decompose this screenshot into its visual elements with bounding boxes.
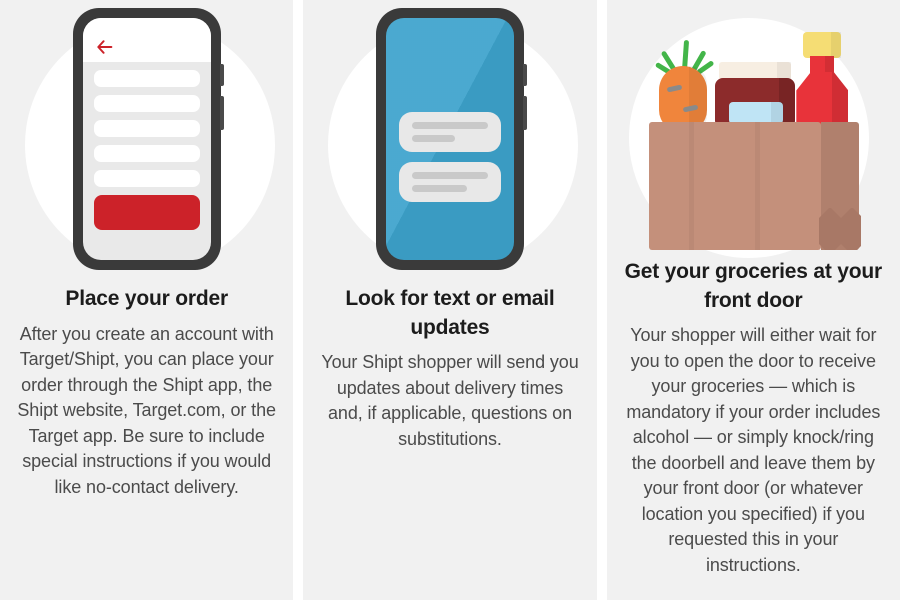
place-order-cta-button[interactable]: [93, 195, 200, 230]
illustration-phone-messages: [303, 0, 596, 285]
phone-device-order: [72, 8, 224, 270]
step-heading: Look for text or email updates: [345, 287, 555, 339]
illustration-grocery-bag: [607, 0, 900, 258]
illustration-phone-order-list: [0, 0, 293, 285]
step-heading: Get your groceries at your front door: [624, 260, 883, 312]
step-card-look-for-updates: Look for text or email updates Your Ship…: [303, 0, 597, 600]
three-step-infographic: Place your order After you create an acc…: [0, 0, 900, 600]
message-bubble: [398, 162, 501, 202]
step-card-get-groceries: Get your groceries at your front door Yo…: [606, 0, 900, 600]
jar-label: [729, 102, 784, 124]
step-text-block: Get your groceries at your front door Yo…: [607, 258, 900, 579]
phone-side-button-upper: [219, 64, 224, 86]
message-text-line: [411, 135, 455, 142]
paper-bag-crease: [689, 122, 695, 250]
order-list-row: [93, 70, 200, 87]
phone-side-button-lower: [522, 96, 527, 130]
step-text-block: Look for text or email updates Your Ship…: [303, 285, 596, 452]
paper-bag-crease: [755, 122, 761, 250]
order-list-row: [93, 145, 200, 162]
phone-screen-order: [82, 18, 211, 260]
bottle-cap: [803, 32, 842, 58]
message-text-line: [411, 172, 488, 179]
step-heading: Place your order: [65, 287, 228, 310]
order-list-row: [93, 170, 200, 187]
message-text-line: [411, 185, 467, 192]
step-text-block: Place your order After you create an acc…: [0, 285, 293, 500]
app-top-bar: [82, 18, 211, 62]
phone-screen-messages: [385, 18, 514, 260]
phone-side-button-lower: [219, 96, 224, 130]
order-list-rows: [93, 70, 200, 195]
order-list-row: [93, 120, 200, 137]
grocery-bag-group: [637, 18, 869, 258]
phone-device-messages: [375, 8, 527, 270]
paper-bag-bottom-fold: [819, 208, 861, 250]
step-card-place-order: Place your order After you create an acc…: [0, 0, 294, 600]
order-list-row: [93, 95, 200, 112]
step-body: After you create an account with Target/…: [17, 323, 276, 497]
paper-bag-front-panel: [649, 122, 822, 250]
back-arrow-icon[interactable]: [97, 40, 113, 54]
message-text-line: [411, 122, 488, 129]
step-body: Your shopper will either wait for you to…: [626, 325, 881, 576]
step-body: Your Shipt shopper will send you updates…: [321, 352, 579, 449]
phone-side-button-upper: [522, 64, 527, 86]
message-bubble: [398, 112, 501, 152]
